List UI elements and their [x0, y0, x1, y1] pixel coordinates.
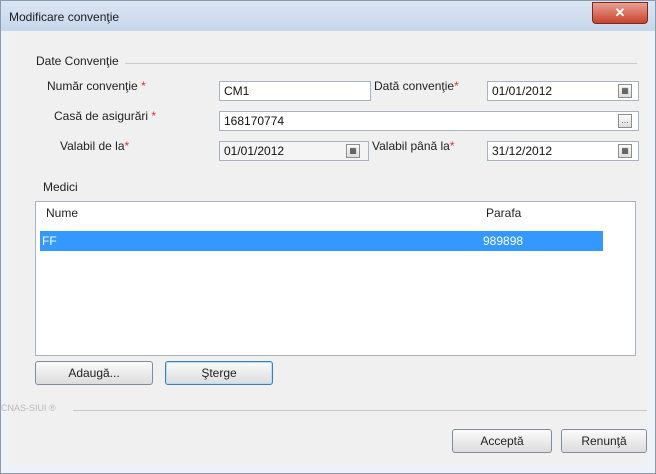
calendar-icon[interactable]: ▦: [618, 84, 632, 98]
cancel-button[interactable]: Renunţă: [561, 429, 647, 453]
ellipsis-icon[interactable]: …: [618, 114, 632, 128]
medici-list[interactable]: Nume Parafa FF 989898: [35, 201, 636, 356]
window-title: Modificare convenţie: [9, 10, 120, 24]
data-conventie-label: Dată convenţie*: [374, 79, 459, 93]
numar-conventie-label: Număr convenţie *: [47, 79, 146, 93]
accept-button[interactable]: Acceptă: [452, 429, 552, 453]
calendar-icon[interactable]: ▦: [346, 144, 360, 158]
numar-conventie-input[interactable]: CM1: [219, 81, 371, 101]
dialog-window: Modificare convenţie ✕ Date Convenţie Nu…: [0, 0, 656, 474]
data-conventie-input[interactable]: 01/01/2012: [487, 81, 639, 101]
casa-asigurari-input[interactable]: 168170774: [219, 111, 639, 131]
title-bar[interactable]: Modificare convenţie ✕: [1, 1, 655, 31]
delete-button[interactable]: Şterge: [165, 361, 273, 385]
close-button[interactable]: ✕: [592, 2, 648, 24]
row-nume: FF: [42, 234, 57, 248]
table-row[interactable]: FF 989898: [40, 231, 603, 251]
valabil-de-la-label: Valabil de la*: [60, 139, 130, 153]
calendar-icon[interactable]: ▦: [618, 144, 632, 158]
section-title-medici: Medici: [43, 180, 78, 194]
section-divider: [125, 63, 637, 64]
column-header-nume[interactable]: Nume: [46, 206, 78, 220]
column-header-parafa[interactable]: Parafa: [486, 206, 521, 220]
row-parafa: 989898: [483, 234, 524, 248]
valabil-pana-la-input[interactable]: 31/12/2012: [487, 141, 639, 161]
section-title-date-conventie: Date Convenţie: [36, 54, 119, 68]
footer-divider: [73, 410, 647, 411]
watermark-label: CNAS-SIUI ®: [1, 403, 56, 413]
close-icon: ✕: [614, 5, 626, 20]
add-button[interactable]: Adaugă...: [35, 361, 153, 385]
casa-asigurari-label: Casă de asigurări *: [54, 109, 157, 123]
valabil-pana-la-label: Valabil până la*: [372, 139, 455, 153]
